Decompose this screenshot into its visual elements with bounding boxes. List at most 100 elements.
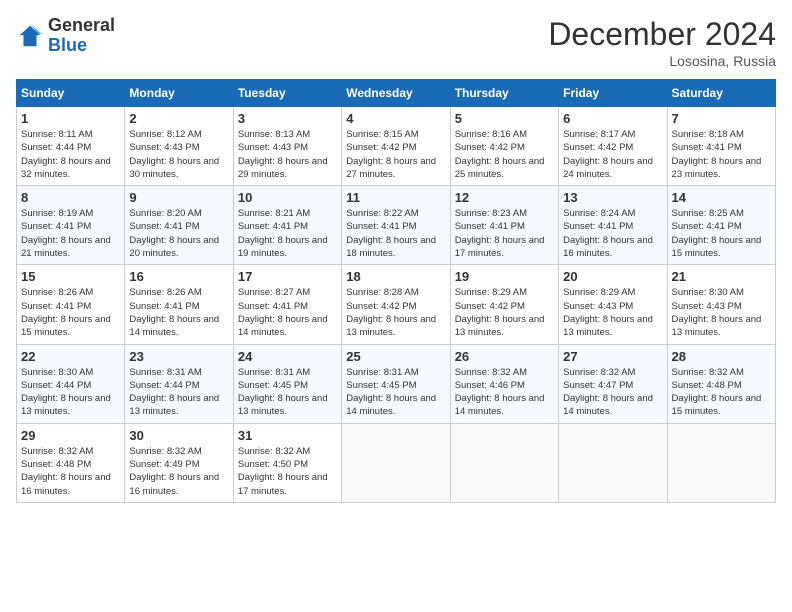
calendar-day-cell: 3 Sunrise: 8:13 AM Sunset: 4:43 PM Dayli… bbox=[233, 107, 341, 186]
calendar-day-cell: 23 Sunrise: 8:31 AM Sunset: 4:44 PM Dayl… bbox=[125, 344, 233, 423]
day-of-week-header: Sunday bbox=[17, 80, 125, 107]
calendar-day-cell: 29 Sunrise: 8:32 AM Sunset: 4:48 PM Dayl… bbox=[17, 423, 125, 502]
calendar-day-cell: 1 Sunrise: 8:11 AM Sunset: 4:44 PM Dayli… bbox=[17, 107, 125, 186]
day-number: 24 bbox=[238, 349, 337, 364]
calendar-day-cell: 24 Sunrise: 8:31 AM Sunset: 4:45 PM Dayl… bbox=[233, 344, 341, 423]
day-number: 9 bbox=[129, 190, 228, 205]
day-info: Sunrise: 8:29 AM Sunset: 4:42 PM Dayligh… bbox=[455, 286, 554, 339]
calendar-day-cell bbox=[450, 423, 558, 502]
calendar-day-cell: 17 Sunrise: 8:27 AM Sunset: 4:41 PM Dayl… bbox=[233, 265, 341, 344]
day-number: 29 bbox=[21, 428, 120, 443]
day-info: Sunrise: 8:11 AM Sunset: 4:44 PM Dayligh… bbox=[21, 128, 120, 181]
title-block: December 2024 Lososina, Russia bbox=[548, 16, 776, 69]
day-number: 7 bbox=[672, 111, 771, 126]
day-number: 4 bbox=[346, 111, 445, 126]
day-info: Sunrise: 8:31 AM Sunset: 4:44 PM Dayligh… bbox=[129, 366, 228, 419]
day-number: 19 bbox=[455, 269, 554, 284]
day-number: 6 bbox=[563, 111, 662, 126]
day-info: Sunrise: 8:23 AM Sunset: 4:41 PM Dayligh… bbox=[455, 207, 554, 260]
day-info: Sunrise: 8:27 AM Sunset: 4:41 PM Dayligh… bbox=[238, 286, 337, 339]
day-info: Sunrise: 8:32 AM Sunset: 4:50 PM Dayligh… bbox=[238, 445, 337, 498]
day-number: 20 bbox=[563, 269, 662, 284]
calendar-day-cell: 6 Sunrise: 8:17 AM Sunset: 4:42 PM Dayli… bbox=[559, 107, 667, 186]
day-info: Sunrise: 8:26 AM Sunset: 4:41 PM Dayligh… bbox=[129, 286, 228, 339]
day-info: Sunrise: 8:17 AM Sunset: 4:42 PM Dayligh… bbox=[563, 128, 662, 181]
calendar-day-cell: 10 Sunrise: 8:21 AM Sunset: 4:41 PM Dayl… bbox=[233, 186, 341, 265]
calendar-day-cell: 15 Sunrise: 8:26 AM Sunset: 4:41 PM Dayl… bbox=[17, 265, 125, 344]
page-header: General Blue December 2024 Lososina, Rus… bbox=[16, 16, 776, 69]
day-info: Sunrise: 8:13 AM Sunset: 4:43 PM Dayligh… bbox=[238, 128, 337, 181]
calendar-day-cell: 9 Sunrise: 8:20 AM Sunset: 4:41 PM Dayli… bbox=[125, 186, 233, 265]
day-info: Sunrise: 8:29 AM Sunset: 4:43 PM Dayligh… bbox=[563, 286, 662, 339]
day-number: 31 bbox=[238, 428, 337, 443]
day-info: Sunrise: 8:32 AM Sunset: 4:47 PM Dayligh… bbox=[563, 366, 662, 419]
day-of-week-header: Friday bbox=[559, 80, 667, 107]
day-info: Sunrise: 8:28 AM Sunset: 4:42 PM Dayligh… bbox=[346, 286, 445, 339]
day-number: 27 bbox=[563, 349, 662, 364]
day-info: Sunrise: 8:16 AM Sunset: 4:42 PM Dayligh… bbox=[455, 128, 554, 181]
calendar-day-cell: 7 Sunrise: 8:18 AM Sunset: 4:41 PM Dayli… bbox=[667, 107, 775, 186]
day-number: 10 bbox=[238, 190, 337, 205]
calendar-day-cell: 25 Sunrise: 8:31 AM Sunset: 4:45 PM Dayl… bbox=[342, 344, 450, 423]
calendar-day-cell: 21 Sunrise: 8:30 AM Sunset: 4:43 PM Dayl… bbox=[667, 265, 775, 344]
calendar-day-cell: 26 Sunrise: 8:32 AM Sunset: 4:46 PM Dayl… bbox=[450, 344, 558, 423]
day-info: Sunrise: 8:32 AM Sunset: 4:49 PM Dayligh… bbox=[129, 445, 228, 498]
day-info: Sunrise: 8:22 AM Sunset: 4:41 PM Dayligh… bbox=[346, 207, 445, 260]
day-number: 30 bbox=[129, 428, 228, 443]
calendar-day-cell: 12 Sunrise: 8:23 AM Sunset: 4:41 PM Dayl… bbox=[450, 186, 558, 265]
day-number: 5 bbox=[455, 111, 554, 126]
day-number: 21 bbox=[672, 269, 771, 284]
day-of-week-header: Saturday bbox=[667, 80, 775, 107]
calendar-day-cell: 11 Sunrise: 8:22 AM Sunset: 4:41 PM Dayl… bbox=[342, 186, 450, 265]
day-info: Sunrise: 8:12 AM Sunset: 4:43 PM Dayligh… bbox=[129, 128, 228, 181]
calendar-day-cell: 31 Sunrise: 8:32 AM Sunset: 4:50 PM Dayl… bbox=[233, 423, 341, 502]
day-number: 2 bbox=[129, 111, 228, 126]
calendar-day-cell: 4 Sunrise: 8:15 AM Sunset: 4:42 PM Dayli… bbox=[342, 107, 450, 186]
month-title: December 2024 bbox=[548, 16, 776, 53]
day-of-week-header: Wednesday bbox=[342, 80, 450, 107]
day-info: Sunrise: 8:32 AM Sunset: 4:48 PM Dayligh… bbox=[21, 445, 120, 498]
calendar-day-cell: 28 Sunrise: 8:32 AM Sunset: 4:48 PM Dayl… bbox=[667, 344, 775, 423]
day-number: 25 bbox=[346, 349, 445, 364]
calendar-day-cell: 14 Sunrise: 8:25 AM Sunset: 4:41 PM Dayl… bbox=[667, 186, 775, 265]
calendar-week-row: 29 Sunrise: 8:32 AM Sunset: 4:48 PM Dayl… bbox=[17, 423, 776, 502]
day-info: Sunrise: 8:15 AM Sunset: 4:42 PM Dayligh… bbox=[346, 128, 445, 181]
day-number: 13 bbox=[563, 190, 662, 205]
calendar-week-row: 8 Sunrise: 8:19 AM Sunset: 4:41 PM Dayli… bbox=[17, 186, 776, 265]
day-info: Sunrise: 8:19 AM Sunset: 4:41 PM Dayligh… bbox=[21, 207, 120, 260]
calendar-week-row: 15 Sunrise: 8:26 AM Sunset: 4:41 PM Dayl… bbox=[17, 265, 776, 344]
day-info: Sunrise: 8:30 AM Sunset: 4:44 PM Dayligh… bbox=[21, 366, 120, 419]
day-number: 22 bbox=[21, 349, 120, 364]
day-info: Sunrise: 8:25 AM Sunset: 4:41 PM Dayligh… bbox=[672, 207, 771, 260]
location-subtitle: Lososina, Russia bbox=[548, 53, 776, 69]
calendar-day-cell: 20 Sunrise: 8:29 AM Sunset: 4:43 PM Dayl… bbox=[559, 265, 667, 344]
calendar-week-row: 1 Sunrise: 8:11 AM Sunset: 4:44 PM Dayli… bbox=[17, 107, 776, 186]
day-of-week-header: Tuesday bbox=[233, 80, 341, 107]
day-info: Sunrise: 8:26 AM Sunset: 4:41 PM Dayligh… bbox=[21, 286, 120, 339]
day-info: Sunrise: 8:18 AM Sunset: 4:41 PM Dayligh… bbox=[672, 128, 771, 181]
day-info: Sunrise: 8:30 AM Sunset: 4:43 PM Dayligh… bbox=[672, 286, 771, 339]
day-of-week-header: Monday bbox=[125, 80, 233, 107]
calendar-day-cell: 30 Sunrise: 8:32 AM Sunset: 4:49 PM Dayl… bbox=[125, 423, 233, 502]
calendar-day-cell: 16 Sunrise: 8:26 AM Sunset: 4:41 PM Dayl… bbox=[125, 265, 233, 344]
day-number: 14 bbox=[672, 190, 771, 205]
day-number: 15 bbox=[21, 269, 120, 284]
calendar-day-cell bbox=[559, 423, 667, 502]
day-info: Sunrise: 8:32 AM Sunset: 4:48 PM Dayligh… bbox=[672, 366, 771, 419]
day-number: 11 bbox=[346, 190, 445, 205]
calendar-day-cell: 2 Sunrise: 8:12 AM Sunset: 4:43 PM Dayli… bbox=[125, 107, 233, 186]
logo-icon bbox=[16, 22, 44, 50]
day-number: 28 bbox=[672, 349, 771, 364]
logo: General Blue bbox=[16, 16, 115, 56]
day-number: 18 bbox=[346, 269, 445, 284]
day-info: Sunrise: 8:24 AM Sunset: 4:41 PM Dayligh… bbox=[563, 207, 662, 260]
day-number: 16 bbox=[129, 269, 228, 284]
calendar-day-cell bbox=[342, 423, 450, 502]
day-info: Sunrise: 8:31 AM Sunset: 4:45 PM Dayligh… bbox=[238, 366, 337, 419]
day-info: Sunrise: 8:32 AM Sunset: 4:46 PM Dayligh… bbox=[455, 366, 554, 419]
calendar-day-cell bbox=[667, 423, 775, 502]
calendar-day-cell: 27 Sunrise: 8:32 AM Sunset: 4:47 PM Dayl… bbox=[559, 344, 667, 423]
calendar-day-cell: 19 Sunrise: 8:29 AM Sunset: 4:42 PM Dayl… bbox=[450, 265, 558, 344]
calendar-week-row: 22 Sunrise: 8:30 AM Sunset: 4:44 PM Dayl… bbox=[17, 344, 776, 423]
logo-text: General Blue bbox=[48, 16, 115, 56]
